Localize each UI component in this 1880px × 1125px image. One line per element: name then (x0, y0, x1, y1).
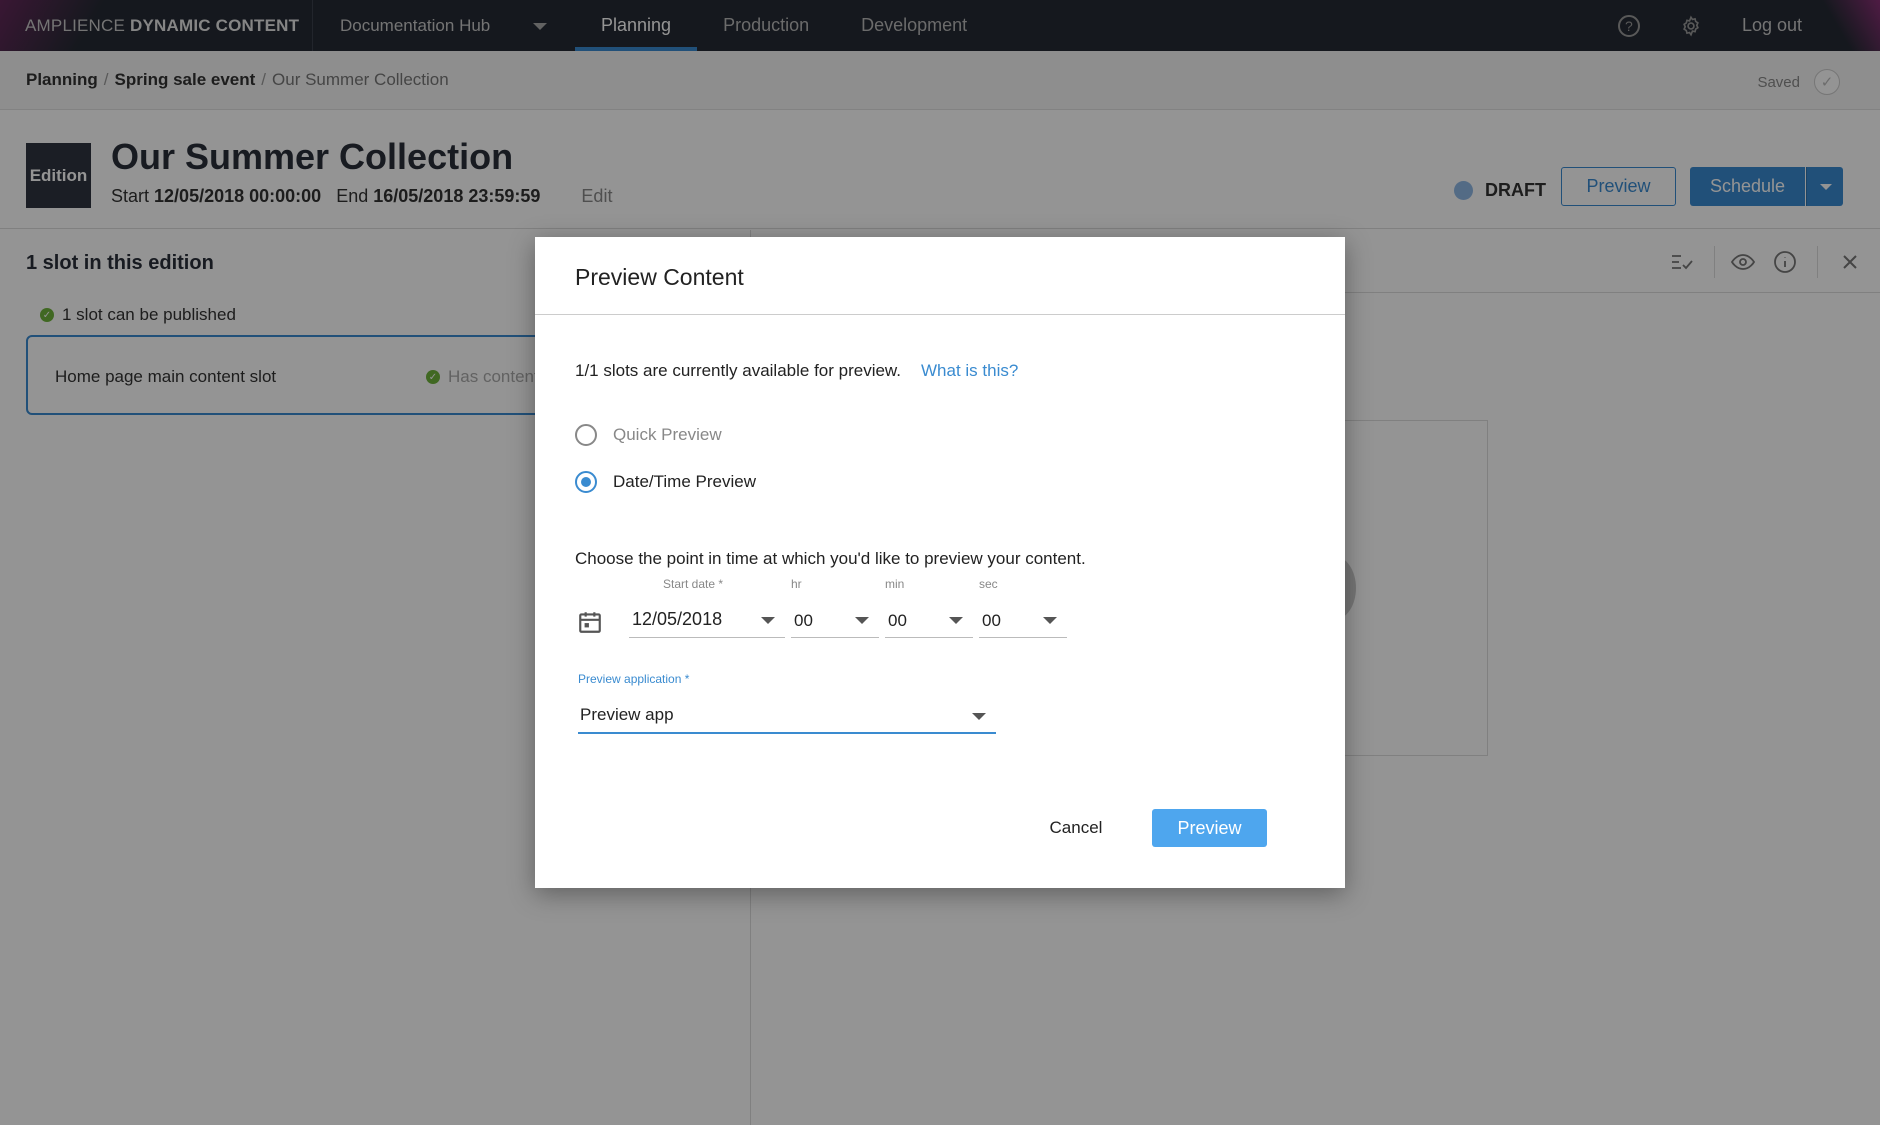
cancel-button[interactable]: Cancel (1040, 809, 1112, 847)
chevron-down-icon (761, 617, 775, 624)
chevron-down-icon (949, 617, 963, 624)
chevron-down-icon (1043, 617, 1057, 624)
availability-label: 1/1 slots are currently available for pr… (575, 361, 901, 380)
preview-application-select[interactable]: Preview application * Preview app (578, 672, 996, 734)
preview-content-dialog: Preview Content 1/1 slots are currently … (535, 237, 1345, 888)
calendar-icon[interactable] (577, 609, 603, 635)
confirm-preview-button[interactable]: Preview (1152, 809, 1267, 847)
datetime-preview-radio[interactable] (575, 471, 597, 493)
field-underline (885, 637, 973, 638)
quick-preview-label: Quick Preview (613, 425, 722, 444)
preview-application-label: Preview application * (578, 672, 690, 686)
chevron-down-icon (972, 713, 986, 720)
instruction-text: Choose the point in time at which you'd … (575, 549, 1086, 568)
field-underline (578, 732, 996, 734)
datetime-preview-option[interactable]: Date/Time Preview (575, 471, 756, 493)
hour-value: 00 (794, 611, 813, 630)
second-label: sec (979, 577, 998, 591)
what-is-this-link[interactable]: What is this? (921, 361, 1018, 381)
hour-label: hr (791, 577, 802, 591)
start-date-value: 12/05/2018 (632, 609, 723, 629)
datetime-preview-label: Date/Time Preview (613, 472, 756, 491)
chevron-down-icon (855, 617, 869, 624)
minute-label: min (885, 577, 905, 591)
availability-text: 1/1 slots are currently available for pr… (575, 361, 1018, 381)
field-underline (791, 637, 879, 638)
quick-preview-radio[interactable] (575, 424, 597, 446)
dialog-title: Preview Content (575, 264, 744, 290)
minute-value: 00 (888, 611, 907, 630)
field-underline (979, 637, 1067, 638)
start-date-label: Start date * (663, 577, 724, 591)
dialog-divider (535, 314, 1345, 315)
second-value: 00 (982, 611, 1001, 630)
quick-preview-option[interactable]: Quick Preview (575, 424, 722, 446)
field-underline (629, 637, 785, 638)
preview-application-value: Preview app (580, 705, 674, 724)
